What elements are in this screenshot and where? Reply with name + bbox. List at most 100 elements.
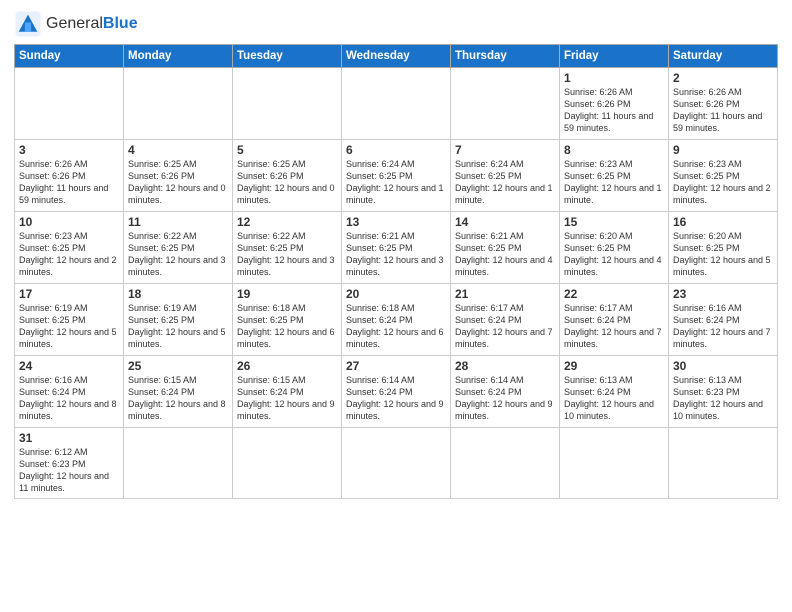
calendar-cell: 14Sunrise: 6:21 AM Sunset: 6:25 PM Dayli…	[451, 212, 560, 284]
calendar-week-1: 1Sunrise: 6:26 AM Sunset: 6:26 PM Daylig…	[15, 68, 778, 140]
calendar-cell: 12Sunrise: 6:22 AM Sunset: 6:25 PM Dayli…	[233, 212, 342, 284]
day-info: Sunrise: 6:26 AM Sunset: 6:26 PM Dayligh…	[673, 86, 773, 135]
day-info: Sunrise: 6:15 AM Sunset: 6:24 PM Dayligh…	[128, 374, 228, 423]
day-number: 13	[346, 215, 446, 229]
logo-icon	[14, 10, 42, 38]
calendar-week-4: 17Sunrise: 6:19 AM Sunset: 6:25 PM Dayli…	[15, 284, 778, 356]
calendar-cell	[124, 68, 233, 140]
calendar-cell: 19Sunrise: 6:18 AM Sunset: 6:25 PM Dayli…	[233, 284, 342, 356]
calendar-cell: 31Sunrise: 6:12 AM Sunset: 6:23 PM Dayli…	[15, 428, 124, 499]
day-number: 8	[564, 143, 664, 157]
calendar-cell: 24Sunrise: 6:16 AM Sunset: 6:24 PM Dayli…	[15, 356, 124, 428]
day-info: Sunrise: 6:21 AM Sunset: 6:25 PM Dayligh…	[455, 230, 555, 279]
calendar-cell: 5Sunrise: 6:25 AM Sunset: 6:26 PM Daylig…	[233, 140, 342, 212]
weekday-header-friday: Friday	[560, 45, 669, 68]
day-number: 31	[19, 431, 119, 445]
calendar-body: 1Sunrise: 6:26 AM Sunset: 6:26 PM Daylig…	[15, 68, 778, 499]
day-number: 25	[128, 359, 228, 373]
calendar-cell	[342, 428, 451, 499]
day-info: Sunrise: 6:21 AM Sunset: 6:25 PM Dayligh…	[346, 230, 446, 279]
calendar-cell: 1Sunrise: 6:26 AM Sunset: 6:26 PM Daylig…	[560, 68, 669, 140]
day-info: Sunrise: 6:13 AM Sunset: 6:23 PM Dayligh…	[673, 374, 773, 423]
day-number: 3	[19, 143, 119, 157]
day-info: Sunrise: 6:20 AM Sunset: 6:25 PM Dayligh…	[564, 230, 664, 279]
calendar-cell: 11Sunrise: 6:22 AM Sunset: 6:25 PM Dayli…	[124, 212, 233, 284]
header: GeneralBlue	[14, 10, 778, 38]
day-info: Sunrise: 6:23 AM Sunset: 6:25 PM Dayligh…	[564, 158, 664, 207]
calendar-cell: 2Sunrise: 6:26 AM Sunset: 6:26 PM Daylig…	[669, 68, 778, 140]
calendar-cell	[560, 428, 669, 499]
calendar-week-2: 3Sunrise: 6:26 AM Sunset: 6:26 PM Daylig…	[15, 140, 778, 212]
day-number: 16	[673, 215, 773, 229]
day-info: Sunrise: 6:16 AM Sunset: 6:24 PM Dayligh…	[19, 374, 119, 423]
calendar-week-3: 10Sunrise: 6:23 AM Sunset: 6:25 PM Dayli…	[15, 212, 778, 284]
day-info: Sunrise: 6:19 AM Sunset: 6:25 PM Dayligh…	[128, 302, 228, 351]
calendar-cell: 13Sunrise: 6:21 AM Sunset: 6:25 PM Dayli…	[342, 212, 451, 284]
day-number: 4	[128, 143, 228, 157]
day-info: Sunrise: 6:14 AM Sunset: 6:24 PM Dayligh…	[455, 374, 555, 423]
calendar-cell: 27Sunrise: 6:14 AM Sunset: 6:24 PM Dayli…	[342, 356, 451, 428]
calendar-cell	[451, 428, 560, 499]
calendar-cell: 23Sunrise: 6:16 AM Sunset: 6:24 PM Dayli…	[669, 284, 778, 356]
logo-text: GeneralBlue	[46, 15, 138, 33]
calendar-cell: 30Sunrise: 6:13 AM Sunset: 6:23 PM Dayli…	[669, 356, 778, 428]
calendar-cell	[451, 68, 560, 140]
day-info: Sunrise: 6:18 AM Sunset: 6:25 PM Dayligh…	[237, 302, 337, 351]
calendar-page: GeneralBlue SundayMondayTuesdayWednesday…	[0, 0, 792, 612]
weekday-header-thursday: Thursday	[451, 45, 560, 68]
day-number: 1	[564, 71, 664, 85]
day-number: 27	[346, 359, 446, 373]
day-number: 22	[564, 287, 664, 301]
day-info: Sunrise: 6:15 AM Sunset: 6:24 PM Dayligh…	[237, 374, 337, 423]
day-number: 23	[673, 287, 773, 301]
day-info: Sunrise: 6:25 AM Sunset: 6:26 PM Dayligh…	[237, 158, 337, 207]
day-info: Sunrise: 6:24 AM Sunset: 6:25 PM Dayligh…	[455, 158, 555, 207]
calendar-cell: 28Sunrise: 6:14 AM Sunset: 6:24 PM Dayli…	[451, 356, 560, 428]
day-info: Sunrise: 6:20 AM Sunset: 6:25 PM Dayligh…	[673, 230, 773, 279]
day-number: 14	[455, 215, 555, 229]
calendar-cell: 18Sunrise: 6:19 AM Sunset: 6:25 PM Dayli…	[124, 284, 233, 356]
weekday-header-saturday: Saturday	[669, 45, 778, 68]
day-number: 12	[237, 215, 337, 229]
calendar-cell	[342, 68, 451, 140]
day-info: Sunrise: 6:14 AM Sunset: 6:24 PM Dayligh…	[346, 374, 446, 423]
day-number: 26	[237, 359, 337, 373]
day-number: 9	[673, 143, 773, 157]
day-number: 6	[346, 143, 446, 157]
calendar-week-5: 24Sunrise: 6:16 AM Sunset: 6:24 PM Dayli…	[15, 356, 778, 428]
day-number: 24	[19, 359, 119, 373]
day-info: Sunrise: 6:26 AM Sunset: 6:26 PM Dayligh…	[564, 86, 664, 135]
calendar-week-6: 31Sunrise: 6:12 AM Sunset: 6:23 PM Dayli…	[15, 428, 778, 499]
calendar-cell: 9Sunrise: 6:23 AM Sunset: 6:25 PM Daylig…	[669, 140, 778, 212]
weekday-header-monday: Monday	[124, 45, 233, 68]
day-info: Sunrise: 6:23 AM Sunset: 6:25 PM Dayligh…	[19, 230, 119, 279]
calendar-cell: 15Sunrise: 6:20 AM Sunset: 6:25 PM Dayli…	[560, 212, 669, 284]
day-number: 2	[673, 71, 773, 85]
day-number: 17	[19, 287, 119, 301]
day-number: 19	[237, 287, 337, 301]
calendar-cell: 26Sunrise: 6:15 AM Sunset: 6:24 PM Dayli…	[233, 356, 342, 428]
calendar-cell: 4Sunrise: 6:25 AM Sunset: 6:26 PM Daylig…	[124, 140, 233, 212]
day-number: 7	[455, 143, 555, 157]
calendar-cell: 8Sunrise: 6:23 AM Sunset: 6:25 PM Daylig…	[560, 140, 669, 212]
day-info: Sunrise: 6:16 AM Sunset: 6:24 PM Dayligh…	[673, 302, 773, 351]
day-info: Sunrise: 6:12 AM Sunset: 6:23 PM Dayligh…	[19, 446, 119, 495]
day-info: Sunrise: 6:26 AM Sunset: 6:26 PM Dayligh…	[19, 158, 119, 207]
day-number: 10	[19, 215, 119, 229]
calendar-cell: 7Sunrise: 6:24 AM Sunset: 6:25 PM Daylig…	[451, 140, 560, 212]
calendar-cell	[124, 428, 233, 499]
day-info: Sunrise: 6:23 AM Sunset: 6:25 PM Dayligh…	[673, 158, 773, 207]
logo: GeneralBlue	[14, 10, 138, 38]
day-number: 21	[455, 287, 555, 301]
day-number: 18	[128, 287, 228, 301]
calendar-cell	[233, 68, 342, 140]
day-info: Sunrise: 6:17 AM Sunset: 6:24 PM Dayligh…	[455, 302, 555, 351]
calendar-cell	[233, 428, 342, 499]
day-number: 5	[237, 143, 337, 157]
calendar-cell: 29Sunrise: 6:13 AM Sunset: 6:24 PM Dayli…	[560, 356, 669, 428]
day-info: Sunrise: 6:19 AM Sunset: 6:25 PM Dayligh…	[19, 302, 119, 351]
day-info: Sunrise: 6:24 AM Sunset: 6:25 PM Dayligh…	[346, 158, 446, 207]
calendar-cell: 3Sunrise: 6:26 AM Sunset: 6:26 PM Daylig…	[15, 140, 124, 212]
day-info: Sunrise: 6:25 AM Sunset: 6:26 PM Dayligh…	[128, 158, 228, 207]
calendar-cell: 22Sunrise: 6:17 AM Sunset: 6:24 PM Dayli…	[560, 284, 669, 356]
